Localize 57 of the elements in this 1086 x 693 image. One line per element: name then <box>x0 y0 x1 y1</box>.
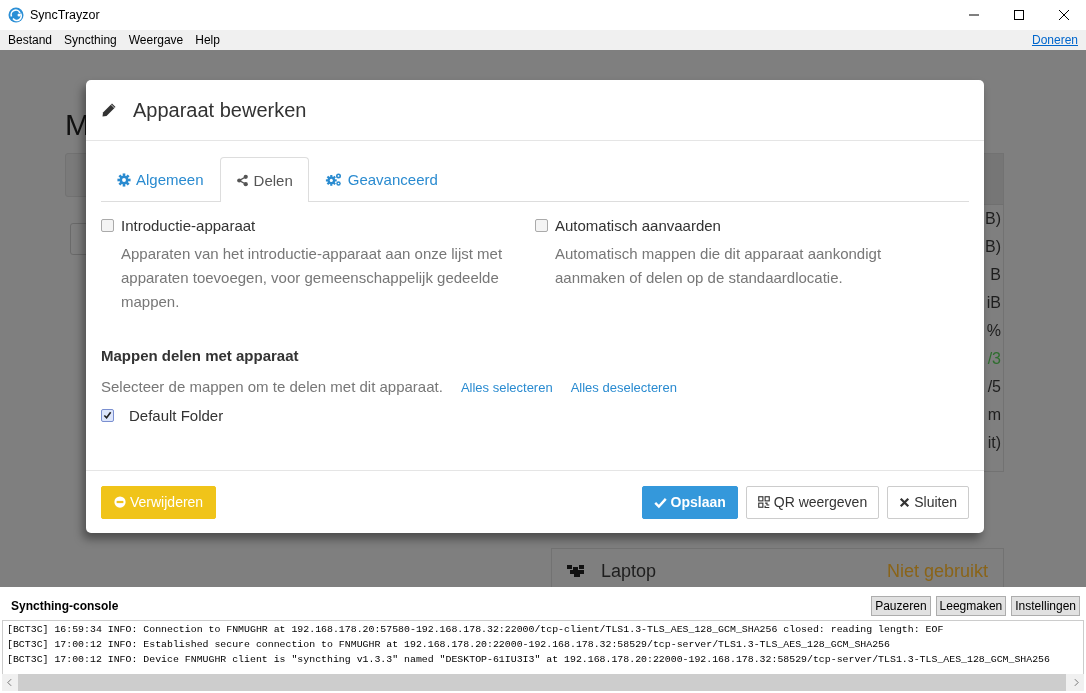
console-button[interactable]: Instellingen <box>1011 595 1080 616</box>
minus-circle-icon <box>114 496 126 508</box>
log-line: [BCT3C] 17:00:12 INFO: Established secure connection to FNMUGHR at 192.168.178.20:22000-192.168.178.32:58529/tcp-server/TLS1.3-TLS_AES_128_GCM_SHA256 <box>7 638 891 652</box>
table-cell-text: it) <box>987 433 1001 453</box>
checkbox[interactable] <box>101 409 114 422</box>
device-name: Laptop <box>601 560 658 582</box>
select-link[interactable]: Alles selecteren <box>460 380 553 395</box>
close-icon <box>899 496 911 508</box>
table-cell-text: B) <box>985 209 1001 229</box>
table-cell-text: /5 <box>987 377 1001 397</box>
share-icon <box>235 173 249 187</box>
scrollbar-thumb[interactable] <box>18 674 1066 691</box>
device-status: Niet gebruikt <box>886 560 988 582</box>
check-icon <box>653 495 667 509</box>
menu-item[interactable]: Syncthing <box>58 33 123 47</box>
tab[interactable]: Algemeen <box>101 157 220 201</box>
table-cell-text: m <box>987 405 1001 425</box>
checkbox-label: Automatisch aanvaarden <box>555 216 721 234</box>
help-text: Automatisch mappen die dit apparaat aankondigt aanmaken of delen op de standaardlocatie. <box>555 244 883 288</box>
console-title: Syncthing-console <box>11 598 120 613</box>
tab[interactable]: Geavanceerd <box>308 157 454 201</box>
log-line: [BCT3C] 16:59:34 INFO: Connection to FNMUGHR at 192.168.178.20:57580-192.168.178.32:22000/tcp-client/TLS1.3-TLS_AES_128_GCM_SHA256 closed: reading length: EOF <box>7 623 945 637</box>
pencil-icon <box>101 102 117 118</box>
folder-label: Default Folder <box>129 407 224 424</box>
menu-item[interactable]: Weergave <box>122 33 190 47</box>
app-logo-icon <box>8 7 24 23</box>
table-cell-text: B <box>990 265 1001 285</box>
scroll-left-icon[interactable] <box>7 678 12 687</box>
menu-item[interactable]: Help <box>189 33 226 47</box>
dialog-button[interactable]: QR weergeven <box>745 485 880 519</box>
checkbox[interactable] <box>101 218 114 232</box>
dialog-button[interactable]: Sluiten <box>887 485 969 519</box>
menu-item[interactable]: Bestand <box>2 33 59 47</box>
donate-link[interactable]: Doneren <box>1031 33 1078 47</box>
gears-icon <box>324 172 343 187</box>
qrcode-icon <box>757 496 770 508</box>
device-icon <box>567 565 587 577</box>
console-button[interactable]: Pauzeren <box>871 595 931 616</box>
select-link[interactable]: Alles deselecteren <box>570 380 677 395</box>
maximize-icon[interactable] <box>1013 10 1024 20</box>
checkbox-label: Introductie-apparaat <box>121 216 256 234</box>
table-cell-text: % <box>986 321 1001 341</box>
close-icon[interactable] <box>1058 10 1069 20</box>
table-cell-text: /3 <box>987 349 1001 369</box>
log-line: [BCT3C] 17:00:12 INFO: Device FNMUGHR client is "syncthing v1.3.3" named "DESKTOP-61IU3I3" at 192.168.178.20:22000-192.168.178.32:58529/tcp-server/TLS1.3-TLS_AES_128_GCM_SHA256 <box>7 653 1051 667</box>
scroll-right-icon[interactable] <box>1074 678 1079 687</box>
dialog-title: Apparaat bewerken <box>133 98 307 122</box>
table-cell-text: B) <box>985 237 1001 257</box>
help-text: Apparaten van het introductie-apparaat aan onze lijst met apparaten toevoegen, voor gemeenschappelijk gedeelde mappen. <box>121 244 504 312</box>
table-cell-text: iB <box>986 293 1001 313</box>
window-title: SyncTrayzor <box>30 8 101 22</box>
section-hint: Selecteer de mappen om te delen met dit apparaat. <box>101 378 443 395</box>
gear-icon <box>117 172 131 187</box>
console-button[interactable]: Leegmaken <box>935 595 1007 616</box>
checkbox[interactable] <box>535 218 548 232</box>
tab[interactable]: Delen <box>219 157 309 202</box>
section-title: Mappen delen met apparaat <box>101 347 300 364</box>
